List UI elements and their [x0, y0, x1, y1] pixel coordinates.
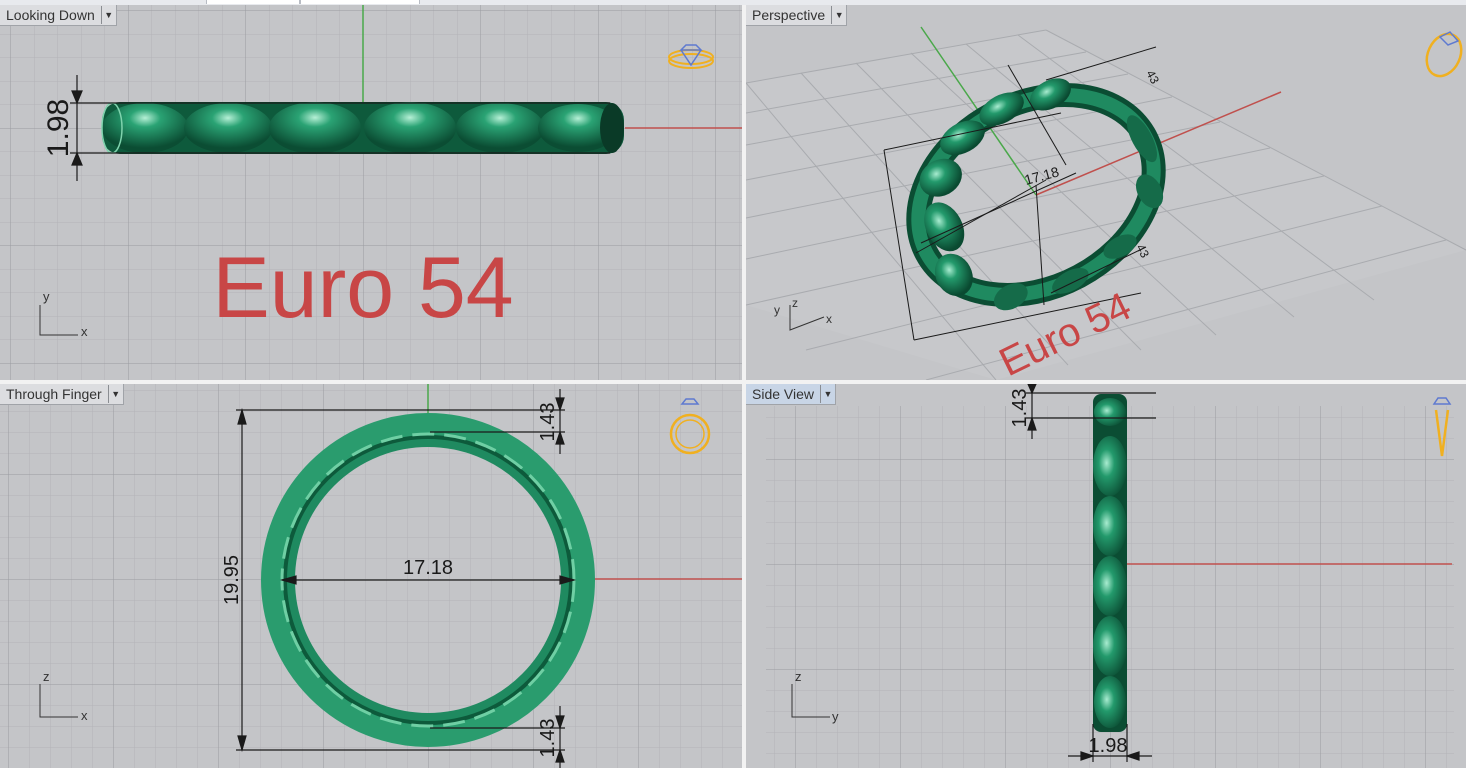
document-tab[interactable] [206, 0, 300, 4]
viewport-title: Looking Down [6, 7, 95, 23]
dimension-label: 1.43 [537, 719, 559, 758]
viewport-through-finger[interactable]: Through Finger ▼ 17.18 19.95 1.43 1.43 z… [0, 384, 742, 768]
viewport-perspective[interactable]: Perspective ▼ 43 17.18 43 Euro 54 y z x [746, 5, 1466, 380]
viewport-title-tab[interactable]: Looking Down ▼ [0, 5, 117, 26]
viewport-canvas[interactable]: 43 17.18 43 Euro 54 y z x [746, 5, 1466, 380]
dimension-label: 1.98 [42, 99, 75, 157]
svg-text:z: z [792, 296, 798, 310]
dimension-label: 19.95 [221, 555, 243, 605]
viewport-title-tab[interactable]: Side View ▼ [746, 384, 837, 405]
dimension-label: 1.98 [1089, 735, 1128, 757]
ring-model[interactable] [1093, 394, 1127, 732]
annotation-text: Euro 54 [212, 240, 513, 336]
viewport-title: Perspective [752, 7, 826, 23]
viewport-title: Through Finger [6, 386, 102, 402]
viewport-looking-down[interactable]: Looking Down ▼ 1.98 Euro 54 y x [0, 5, 742, 380]
dimension-label: 1.43 [537, 403, 559, 442]
viewport-menu-arrow-icon[interactable]: ▼ [107, 385, 123, 403]
svg-text:y: y [832, 709, 839, 724]
document-tab[interactable] [300, 0, 420, 4]
viewport-divider-horizontal[interactable] [0, 380, 1466, 384]
svg-text:x: x [81, 708, 88, 723]
svg-text:y: y [774, 303, 780, 317]
viewport-title-tab[interactable]: Perspective ▼ [746, 5, 848, 26]
svg-text:z: z [43, 669, 50, 684]
viewport-canvas[interactable]: 1.43 1.98 z y [746, 384, 1466, 768]
viewport-menu-arrow-icon[interactable]: ▼ [100, 6, 116, 24]
viewport-side-view[interactable]: Side View ▼ 1.43 1.98 z y [746, 384, 1466, 768]
svg-text:y: y [43, 289, 50, 304]
dimension-label: 17.18 [403, 557, 453, 579]
viewport-menu-arrow-icon[interactable]: ▼ [831, 6, 846, 24]
viewport-menu-arrow-icon[interactable]: ▼ [820, 385, 835, 403]
viewport-title: Side View [752, 386, 815, 402]
svg-text:x: x [826, 312, 832, 326]
svg-text:z: z [795, 669, 802, 684]
viewport-canvas[interactable]: 1.98 Euro 54 y x [0, 5, 742, 380]
dimension-label: 1.43 [1009, 389, 1031, 428]
svg-text:x: x [81, 324, 88, 339]
viewport-canvas[interactable]: 17.18 19.95 1.43 1.43 z x [0, 384, 742, 768]
ring-model[interactable] [101, 102, 624, 154]
viewport-title-tab[interactable]: Through Finger ▼ [0, 384, 124, 405]
